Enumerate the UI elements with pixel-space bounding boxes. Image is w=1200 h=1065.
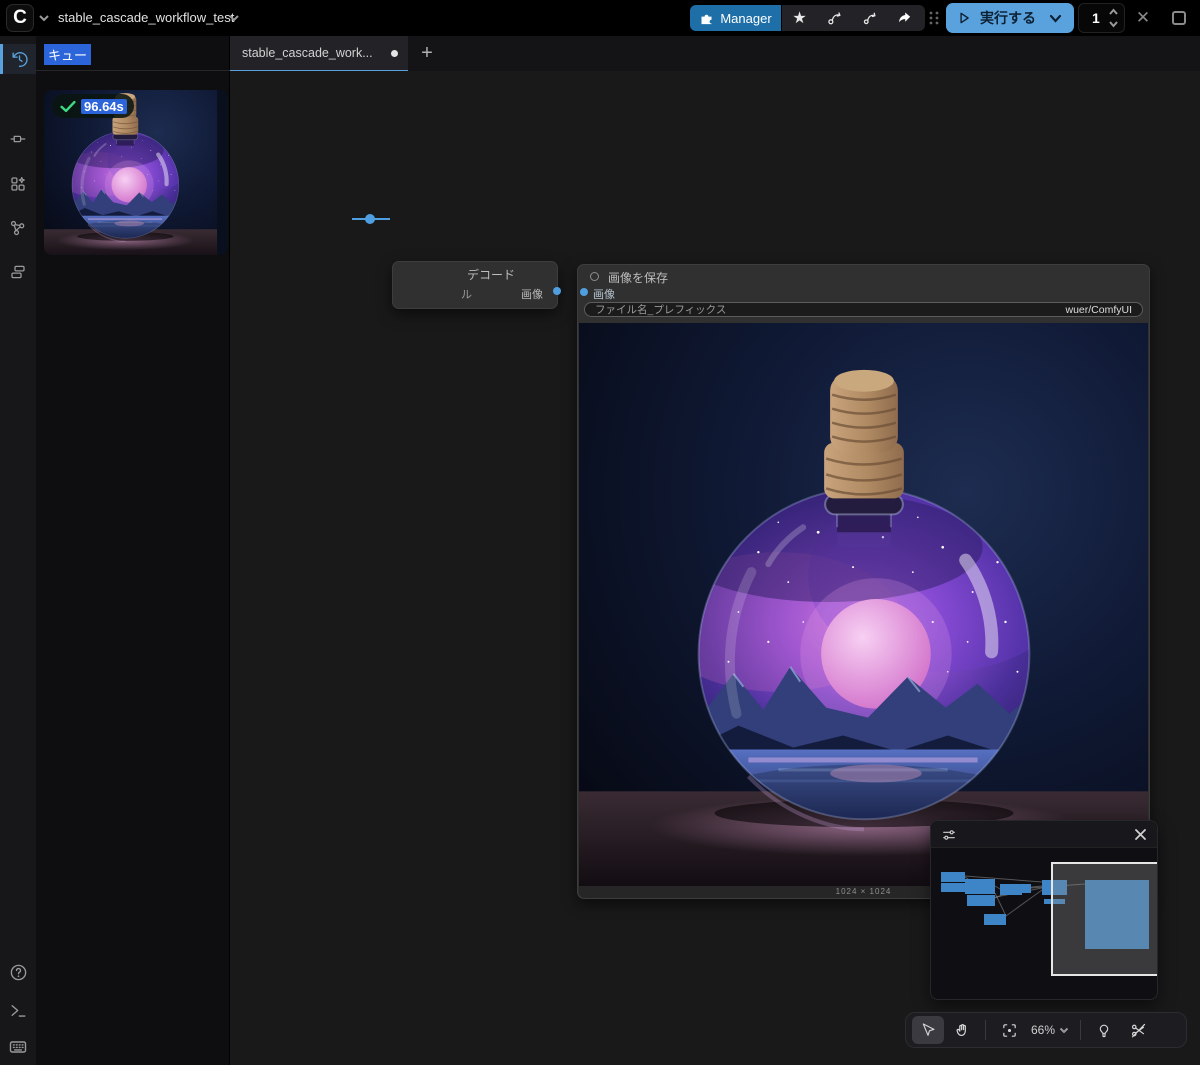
workflow-title[interactable]: stable_cascade_workflow_test [58, 0, 234, 36]
manager-button[interactable]: Manager [690, 5, 781, 31]
queue-panel: キュー 96.64s [36, 36, 230, 1065]
sidebar-item-queue-history[interactable] [0, 44, 36, 74]
topbar-actions: ★ [782, 5, 925, 31]
minimap-viewport[interactable] [1051, 862, 1157, 976]
top-menubar: C stable_cascade_workflow_test Manager ★ [0, 0, 1200, 36]
logo-menu-chevron-icon[interactable] [38, 14, 50, 22]
toolbar-divider [985, 1020, 986, 1040]
minimap-node [1017, 884, 1031, 893]
tab-label: stable_cascade_work... [242, 46, 373, 60]
redo-icon[interactable] [852, 5, 887, 31]
plug-icon [10, 135, 26, 143]
scissors-off-icon [1131, 1023, 1145, 1037]
canvas-toolbar: 66% [905, 1012, 1187, 1048]
workflow-tabbar: stable_cascade_work... + [230, 36, 1200, 71]
run-button[interactable]: 実行する [946, 3, 1074, 33]
sidebar-icon-strip [0, 36, 36, 1065]
queue-panel-title: キュー [44, 44, 92, 65]
batch-count-input[interactable]: 1 [1078, 3, 1125, 33]
save-input-label: 画像 [593, 289, 615, 301]
generated-image[interactable] [579, 323, 1148, 886]
node-save-image[interactable]: 画像を保存 画像 ファイル名_プレフィックス wuer/ComfyUI 1024… [577, 264, 1150, 899]
new-tab-button[interactable]: + [408, 36, 446, 71]
sidebar-item-help[interactable] [0, 957, 36, 987]
toolbar-divider [1080, 1020, 1082, 1040]
increment-icon[interactable] [1108, 8, 1119, 16]
focus-icon [1002, 1023, 1016, 1037]
favorites-star-icon[interactable]: ★ [782, 5, 817, 31]
fit-view-button[interactable] [993, 1016, 1025, 1044]
zoom-level-control[interactable]: 66% [1027, 1023, 1073, 1037]
save-image-input-port[interactable] [580, 288, 588, 296]
node-vae-decode[interactable]: デコード ル 画像 [392, 261, 561, 309]
templates-icon [11, 265, 25, 279]
help-icon [10, 964, 26, 980]
minimap-node [967, 895, 995, 906]
minimap-node [941, 883, 965, 892]
minimap-body[interactable] [931, 848, 1157, 999]
link-image [352, 214, 390, 224]
toggle-hint-button[interactable] [1088, 1016, 1120, 1044]
minimap-close-icon[interactable] [1134, 828, 1147, 841]
minimap-panel[interactable] [930, 820, 1158, 1000]
sidebar-item-workflows[interactable] [0, 213, 36, 243]
queue-panel-header: キュー [36, 36, 230, 71]
drag-handle[interactable] [928, 10, 940, 26]
node-map-icon [10, 220, 25, 236]
link-midpoint-dot [365, 214, 375, 224]
zoom-chevron-icon [1059, 1027, 1069, 1033]
job-duration: 96.64s [81, 98, 127, 114]
node-library-icon [11, 176, 25, 191]
history-icon [12, 51, 28, 67]
sidebar-item-node-library[interactable] [0, 169, 36, 199]
keyboard-icon [9, 1041, 27, 1053]
hand-icon [956, 1023, 966, 1036]
run-options-chevron-icon[interactable] [1049, 14, 1062, 23]
terminal-icon [10, 1004, 26, 1017]
sidebar-item-shortcuts[interactable] [0, 1032, 36, 1062]
cursor-icon [922, 1023, 935, 1036]
app-window: デコード ル 画像 画像を保存 画像 ファイル名_プレフィックス wuer/Co… [0, 0, 1200, 1065]
minimap-node [965, 879, 995, 894]
success-check-icon [60, 100, 76, 112]
save-node-title: 画像を保存 [608, 271, 669, 285]
decode-node-title: デコード [467, 268, 516, 282]
minimap-settings-icon[interactable] [941, 827, 957, 843]
minimap-header [931, 821, 1157, 848]
toggle-link-visibility-button[interactable] [1122, 1016, 1154, 1044]
filename-prefix-widget[interactable]: ファイル名_プレフィックス wuer/ComfyUI [584, 302, 1143, 317]
window-icon[interactable] [1172, 11, 1186, 25]
close-icon[interactable]: ✕ [1133, 8, 1153, 28]
decrement-icon[interactable] [1108, 20, 1119, 28]
play-icon [960, 12, 969, 24]
undo-icon[interactable] [817, 5, 852, 31]
filename-prefix-label: ファイル名_プレフィックス [595, 304, 727, 316]
select-tool-button[interactable] [912, 1016, 944, 1044]
minimap-node [941, 872, 965, 882]
share-icon[interactable] [887, 5, 922, 31]
sidebar-item-models[interactable] [0, 124, 36, 154]
unsaved-dot-icon [391, 49, 398, 57]
decode-output-port[interactable] [553, 287, 561, 295]
tab-stable-cascade-workflow[interactable]: stable_cascade_work... [230, 36, 408, 71]
comfyui-logo[interactable]: C [6, 4, 34, 32]
decode-node-input-label: ル [461, 289, 472, 301]
filename-prefix-value: wuer/ComfyUI [1065, 303, 1132, 316]
minimap-node [984, 914, 1006, 925]
job-status-badge: 96.64s [52, 94, 134, 118]
pan-tool-button[interactable] [946, 1016, 978, 1044]
decode-node-output-label: 画像 [521, 289, 543, 301]
sidebar-item-terminal[interactable] [0, 995, 36, 1025]
workflow-title-chevron-icon[interactable] [228, 14, 240, 22]
puzzle-icon [701, 14, 712, 24]
sidebar-item-templates[interactable] [0, 257, 36, 287]
zoom-level-value: 66% [1031, 1023, 1056, 1037]
lightbulb-icon [1099, 1024, 1109, 1038]
collapse-dot[interactable] [590, 272, 599, 281]
